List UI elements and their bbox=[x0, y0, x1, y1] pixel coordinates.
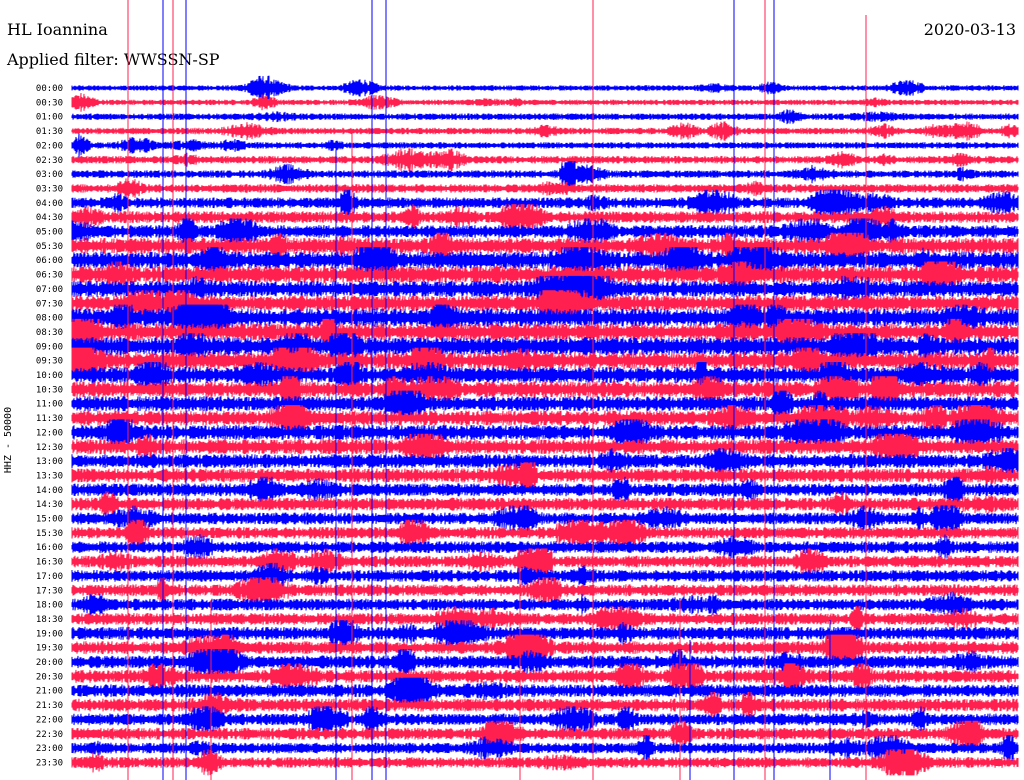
trace-row bbox=[71, 121, 1019, 141]
row-time-label: 17:00 bbox=[36, 572, 63, 582]
row-time-label: 20:00 bbox=[36, 658, 63, 668]
trace-row bbox=[71, 92, 1019, 112]
row-time-label: 23:30 bbox=[36, 758, 63, 768]
trace-row bbox=[71, 161, 1019, 188]
row-time-label: 05:30 bbox=[36, 242, 63, 252]
row-time-label: 18:00 bbox=[36, 601, 63, 611]
row-time-label: 16:30 bbox=[36, 558, 63, 568]
row-time-label: 04:30 bbox=[36, 213, 63, 223]
trace-row bbox=[71, 75, 1019, 101]
row-time-label: 01:00 bbox=[36, 113, 63, 123]
row-time-label: 15:30 bbox=[36, 529, 63, 539]
row-time-label: 07:30 bbox=[36, 299, 63, 309]
row-time-label: 10:30 bbox=[36, 385, 63, 395]
row-time-label: 05:00 bbox=[36, 228, 63, 238]
helicorder-plot: 00:00 00:30 01:00 01:30 02:00 02:30 03:00 03:30… bbox=[36, 0, 1019, 780]
row-time-label: 21:00 bbox=[36, 687, 63, 697]
row-time-label: 13:30 bbox=[36, 471, 63, 481]
row-time-label: 13:00 bbox=[36, 457, 63, 467]
row-time-label: 19:00 bbox=[36, 629, 63, 639]
row-time-label: 15:00 bbox=[36, 515, 63, 525]
row-time-label: 02:00 bbox=[36, 141, 63, 151]
trace-row bbox=[71, 476, 1019, 503]
row-time-label: 11:00 bbox=[36, 400, 63, 410]
trace-row bbox=[71, 109, 1019, 125]
row-time-label: 12:30 bbox=[36, 443, 63, 453]
row-time-label: 22:30 bbox=[36, 730, 63, 740]
row-time-label: 01:30 bbox=[36, 127, 63, 137]
row-time-label: 06:30 bbox=[36, 271, 63, 281]
row-time-label: 07:00 bbox=[36, 285, 63, 295]
row-time-label: 09:00 bbox=[36, 342, 63, 352]
row-time-label: 10:00 bbox=[36, 371, 63, 381]
row-time-label: 17:30 bbox=[36, 586, 63, 596]
row-time-label: 02:30 bbox=[36, 156, 63, 166]
row-time-label: 18:30 bbox=[36, 615, 63, 625]
row-time-label: 03:30 bbox=[36, 184, 63, 194]
trace-row bbox=[71, 148, 1019, 172]
row-time-label: 08:00 bbox=[36, 314, 63, 324]
row-time-label: 12:00 bbox=[36, 428, 63, 438]
trace-row bbox=[71, 133, 1019, 158]
row-time-label: 22:00 bbox=[36, 715, 63, 725]
row-time-label: 04:00 bbox=[36, 199, 63, 209]
row-time-label: 23:00 bbox=[36, 744, 63, 754]
row-time-label: 19:30 bbox=[36, 644, 63, 654]
row-time-label: 14:30 bbox=[36, 500, 63, 510]
row-time-label: 00:00 bbox=[36, 84, 63, 94]
row-time-label: 16:00 bbox=[36, 543, 63, 553]
row-time-label: 14:00 bbox=[36, 486, 63, 496]
row-time-label: 11:30 bbox=[36, 414, 63, 424]
row-time-label: 03:00 bbox=[36, 170, 63, 180]
row-time-label: 08:30 bbox=[36, 328, 63, 338]
row-time-label: 06:00 bbox=[36, 256, 63, 266]
row-time-label: 21:30 bbox=[36, 701, 63, 711]
row-time-label: 09:30 bbox=[36, 357, 63, 367]
row-time-label: 20:30 bbox=[36, 672, 63, 682]
row-time-label: 00:30 bbox=[36, 98, 63, 108]
